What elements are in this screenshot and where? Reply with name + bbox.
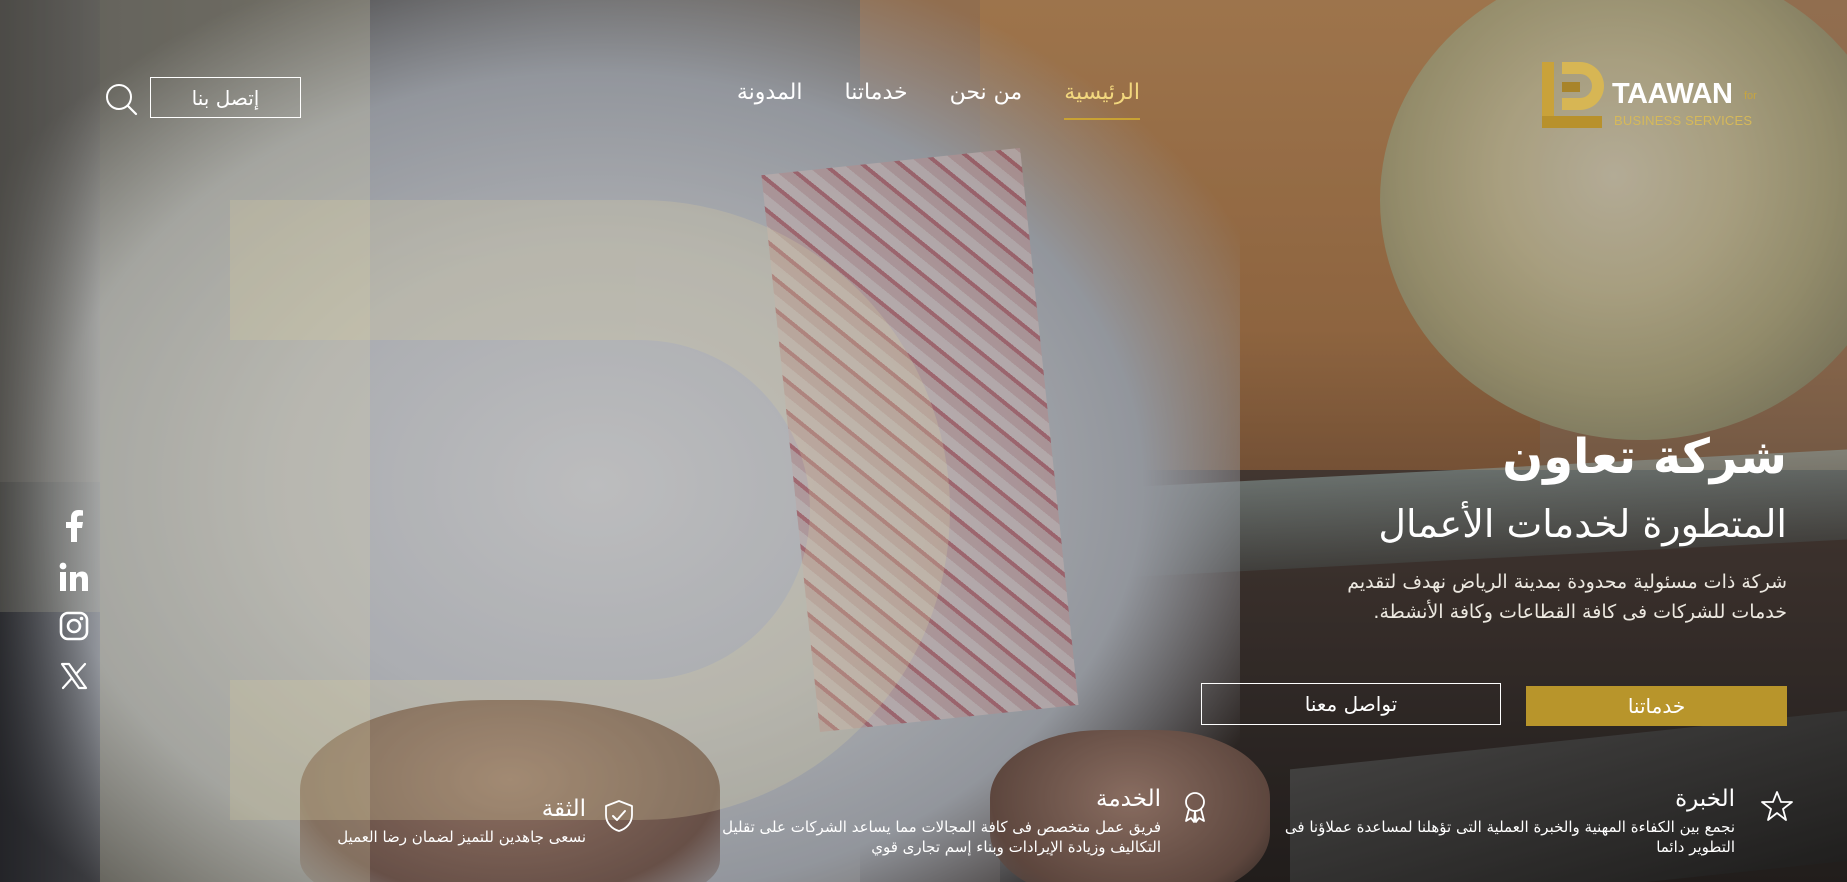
nav-item-services[interactable]: خدماتنا [845, 80, 908, 120]
hero-content: شركة تعاون المتطورة لخدمات الأعمال شركة … [1087, 425, 1787, 627]
feature-title: الخبرة [1675, 786, 1735, 812]
brand-subtitle: BUSINESS SERVICES [1614, 113, 1753, 128]
feature-description: نسعى جاهدين للتميز لضمان رضا العميل [337, 828, 586, 846]
feature-title: الخدمة [1096, 786, 1161, 812]
hero-description: شركة ذات مسئولية محدودة بمدينة الرياض نه… [1347, 571, 1787, 623]
feature-description: نجمع بين الكفاءة المهنية والخبرة العملية… [1284, 818, 1735, 856]
feature-description: فريق عمل متخصص فى كافة المجالات مما يساع… [722, 818, 1161, 856]
nav-item-blog[interactable]: المدونة [737, 80, 803, 120]
linkedin-icon[interactable] [55, 558, 93, 596]
our-services-button[interactable]: خدماتنا [1526, 686, 1787, 726]
nav-item-about[interactable]: من نحن [950, 80, 1023, 120]
hero-title: شركة تعاون [1502, 429, 1787, 485]
brand-logo[interactable]: TAAWAN for BUSINESS SERVICES [1540, 60, 1765, 132]
instagram-icon[interactable] [55, 607, 93, 645]
feature-title: الثقة [541, 796, 586, 822]
main-nav: الرئيسية من نحن خدماتنا المدونة [700, 80, 1140, 120]
star-icon [1761, 791, 1793, 821]
search-icon[interactable] [104, 82, 138, 116]
feature-service: الخدمة فريق عمل متخصص فى كافة المجالات م… [680, 785, 1205, 857]
brand-name: TAAWAN [1612, 78, 1733, 110]
contact-us-button[interactable]: إتصل بنا [150, 77, 301, 118]
award-icon [1185, 792, 1205, 823]
hero-subtitle: المتطورة لخدمات الأعمال [1378, 502, 1787, 546]
contact-us-hero-button[interactable]: تواصل معنا [1201, 683, 1501, 725]
logo-mark-icon [1542, 62, 1604, 128]
facebook-icon[interactable] [55, 507, 93, 545]
nav-item-home[interactable]: الرئيسية [1064, 80, 1140, 120]
shield-check-icon [605, 800, 633, 832]
brand-for: for [1744, 90, 1757, 102]
feature-experience: الخبرة نجمع بين الكفاءة المهنية والخبرة … [1250, 785, 1793, 857]
x-icon[interactable] [55, 657, 93, 695]
feature-trust: الثقة نسعى جاهدين للتميز لضمان رضا العمي… [300, 795, 633, 847]
